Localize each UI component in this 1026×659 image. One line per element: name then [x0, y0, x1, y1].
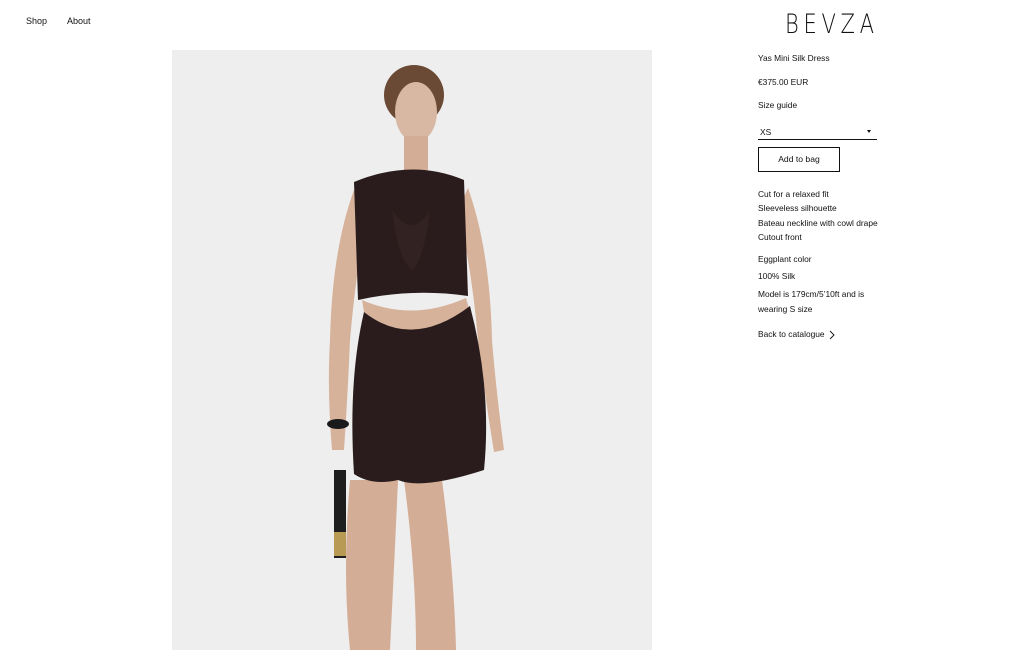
chevron-down-icon: [867, 129, 871, 133]
main-nav: Shop About: [26, 16, 91, 26]
add-to-bag-button[interactable]: Add to bag: [758, 146, 840, 172]
size-select-value: XS: [760, 126, 772, 137]
product-price: €375.00 EUR: [758, 76, 809, 87]
product-specs: Eggplant color 100% Silk Model is 179cm/…: [758, 252, 880, 316]
size-select[interactable]: XS: [758, 122, 877, 140]
model-illustration: [172, 50, 652, 650]
description-line: Cutout front: [758, 232, 802, 243]
spec-line: Eggplant color: [758, 253, 812, 264]
size-guide-link[interactable]: Size guide: [758, 98, 880, 113]
spec-line: 100% Silk: [758, 271, 796, 282]
product-image: [172, 50, 652, 650]
brand-logo[interactable]: BEVZA: [785, 9, 874, 40]
product-title: Yas Mini Silk Dress: [758, 53, 830, 63]
back-to-catalogue-link[interactable]: Back to catalogue: [758, 327, 880, 342]
nav-about-link[interactable]: About: [67, 16, 91, 26]
description-line: Sleeveless silhouette: [758, 203, 837, 214]
product-description: Cut for a relaxed fit Sleeveless silhoue…: [758, 187, 880, 245]
description-line: Bateau neckline with cowl drape: [758, 217, 878, 228]
chevron-right-icon: [829, 330, 835, 339]
spec-line: Model is 179cm/5’10ft and is wearing S s…: [758, 289, 865, 314]
product-panel: Yas Mini Silk Dress €375.00 EUR Size gui…: [758, 51, 880, 342]
description-line: Cut for a relaxed fit: [758, 188, 829, 199]
nav-shop-link[interactable]: Shop: [26, 16, 47, 26]
back-link-label: Back to catalogue: [758, 329, 825, 340]
